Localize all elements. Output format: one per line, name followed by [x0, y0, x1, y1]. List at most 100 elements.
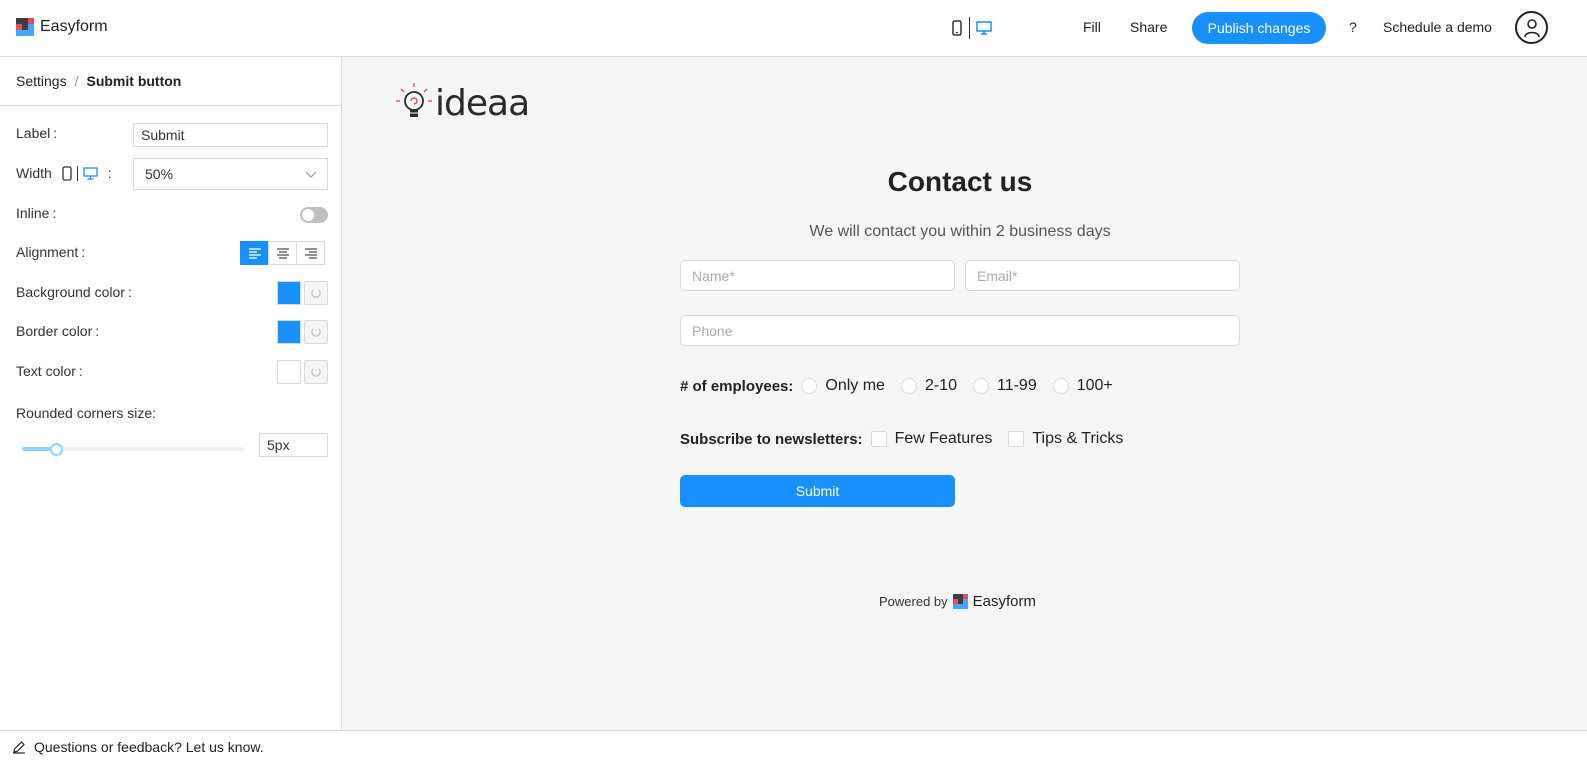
employees-option[interactable]: 11-99	[972, 377, 1037, 395]
easyform-logo-icon	[952, 594, 968, 609]
text-color-row: Text color:	[16, 363, 83, 379]
align-right-icon	[304, 248, 317, 259]
app-name: Easyform	[40, 18, 108, 35]
rounded-corners-input[interactable]	[259, 433, 328, 457]
employees-label: # of employees:	[680, 377, 794, 395]
background-color-row: Background color:	[16, 284, 132, 300]
form-preview: ideaa Contact us We will contact you wit…	[342, 57, 1587, 730]
divider	[76, 165, 78, 181]
email-field[interactable]: Email*	[965, 260, 1240, 291]
form-title: Contact us	[887, 166, 1033, 197]
radio[interactable]	[900, 378, 917, 394]
schedule-demo-link[interactable]: Schedule a demo	[1383, 19, 1492, 35]
option-label: Few Features	[894, 430, 993, 447]
rounded-corners-label: Rounded corners size:	[16, 405, 157, 421]
breadcrumb-settings[interactable]: Settings	[16, 73, 67, 89]
border-color-swatch[interactable]	[277, 320, 301, 344]
width-row: Width :	[16, 165, 112, 181]
background-color-swatch[interactable]	[277, 281, 301, 305]
user-icon	[1523, 18, 1540, 37]
reset-icon	[311, 368, 321, 377]
width-value: 50%	[145, 166, 174, 182]
align-left-button[interactable]	[240, 241, 269, 265]
option-label: Tips & Tricks	[1032, 430, 1124, 447]
label-label: Label	[16, 125, 51, 141]
option-label: 100+	[1076, 377, 1113, 394]
user-avatar-button[interactable]	[1515, 11, 1548, 44]
ideaa-logo: ideaa	[395, 81, 530, 125]
border-color-reset-button[interactable]	[304, 320, 328, 344]
border-color-row: Border color:	[16, 323, 99, 339]
width-select[interactable]: 50%	[133, 158, 328, 190]
option-label: 11-99	[996, 377, 1037, 394]
top-bar: Easyform Fill Share Publish changes ? Sc…	[0, 0, 1587, 57]
feedback-text: Questions or feedback? Let us know.	[34, 739, 264, 755]
reset-icon	[311, 289, 321, 298]
app-brand[interactable]: Easyform	[16, 18, 108, 36]
breadcrumb-current: Submit button	[86, 73, 182, 89]
reset-icon	[311, 328, 321, 337]
inline-label: Inline	[16, 205, 50, 221]
border-color-label: Border color	[16, 323, 93, 339]
publish-changes-button[interactable]: Publish changes	[1192, 12, 1326, 44]
align-center-button[interactable]	[268, 241, 297, 265]
breadcrumb-separator: /	[74, 73, 79, 89]
width-label: Width	[16, 165, 52, 181]
submit-button[interactable]: Submit	[680, 475, 955, 507]
newsletter-option[interactable]: Few Features	[870, 430, 993, 448]
colon: :	[81, 244, 86, 260]
colon: :	[53, 125, 58, 141]
align-right-button[interactable]	[296, 241, 325, 265]
text-color-reset-button[interactable]	[304, 360, 328, 384]
employees-question: # of employees: Only me 2-10 11-99 100+	[680, 377, 1129, 395]
rounded-corners-slider-handle[interactable]	[50, 443, 63, 456]
colon: :	[127, 284, 132, 300]
desktop-icon[interactable]	[976, 21, 992, 35]
radio[interactable]	[801, 378, 818, 394]
employees-option[interactable]: 2-10	[900, 377, 957, 395]
easyform-logo-icon	[16, 18, 34, 36]
form-subtitle: We will contact you within 2 business da…	[809, 223, 1111, 240]
alignment-label: Alignment	[16, 244, 79, 260]
device-switch	[951, 17, 992, 39]
colon: :	[95, 323, 100, 339]
name-field[interactable]: Name*	[680, 260, 955, 291]
colon: :	[107, 165, 112, 181]
radio[interactable]	[1052, 378, 1069, 394]
powered-by[interactable]: Powered by Easyform	[879, 593, 1036, 610]
checkbox[interactable]	[870, 431, 887, 447]
label-row: Label:	[16, 125, 57, 141]
inline-toggle[interactable]	[300, 207, 328, 223]
inline-row: Inline:	[16, 205, 56, 221]
employees-option[interactable]: 100+	[1052, 377, 1113, 395]
phone-field[interactable]: Phone	[680, 315, 1240, 346]
align-center-icon	[276, 248, 289, 259]
employees-option[interactable]: Only me	[801, 377, 885, 395]
radio[interactable]	[972, 378, 989, 394]
fill-link[interactable]: Fill	[1083, 19, 1101, 35]
newsletter-label: Subscribe to newsletters:	[680, 430, 863, 448]
background-color-label: Background color	[16, 284, 125, 300]
option-label: 2-10	[924, 377, 957, 394]
edit-icon	[13, 741, 25, 754]
text-color-swatch[interactable]	[277, 360, 301, 384]
mobile-icon[interactable]	[62, 165, 72, 181]
powered-by-brand: Easyform	[972, 593, 1037, 610]
alignment-group	[240, 241, 325, 265]
feedback-footer[interactable]: Questions or feedback? Let us know.	[0, 730, 1587, 763]
breadcrumb: Settings / Submit button	[0, 57, 341, 106]
share-link[interactable]: Share	[1130, 19, 1167, 35]
lightbulb-icon	[396, 83, 432, 117]
help-link[interactable]: ?	[1349, 19, 1357, 35]
checkbox[interactable]	[1008, 431, 1025, 447]
desktop-icon[interactable]	[83, 166, 98, 180]
newsletter-option[interactable]: Tips & Tricks	[1008, 430, 1123, 448]
powered-by-text: Powered by	[879, 594, 948, 609]
mobile-icon[interactable]	[951, 20, 963, 36]
divider	[969, 17, 970, 39]
background-color-reset-button[interactable]	[304, 281, 328, 305]
label-input[interactable]	[133, 123, 328, 147]
text-color-label: Text color	[16, 363, 76, 379]
rounded-corners-row: Rounded corners size:	[16, 405, 156, 421]
option-label: Only me	[825, 377, 885, 394]
